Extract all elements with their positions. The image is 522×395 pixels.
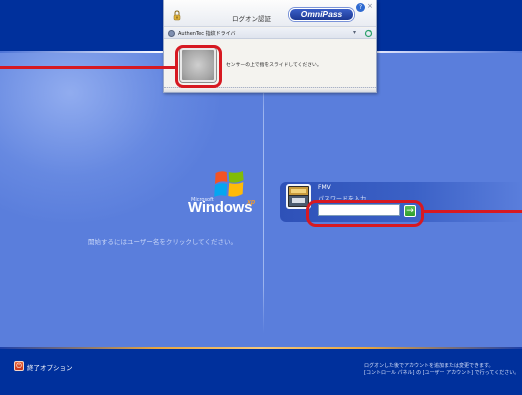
callout-sensor-highlight bbox=[175, 45, 222, 88]
account-note-line-2: [コントロール パネル] の [ユーザー アカウント] で行ってください。 bbox=[364, 370, 520, 376]
callout-password-line bbox=[424, 210, 522, 213]
windows-wordmark: Windows bbox=[188, 199, 253, 216]
lock-icon bbox=[173, 10, 181, 21]
account-note: ログオンした後でアカウントを追加または変更できます。 [コントロール パネル] … bbox=[364, 363, 519, 377]
callout-password-highlight bbox=[306, 200, 424, 227]
refresh-icon[interactable] bbox=[364, 29, 373, 38]
fingerprint-device-icon bbox=[168, 30, 175, 37]
shutdown-button[interactable]: ⏻ bbox=[14, 361, 24, 371]
welcome-instruction: 開始するにはユーザー名をクリックしてください。 bbox=[88, 238, 237, 246]
account-note-line-1: ログオンした後でアカウントを追加または変更できます。 bbox=[364, 363, 494, 369]
help-icon: ? bbox=[358, 4, 363, 11]
center-divider bbox=[263, 65, 264, 333]
callout-sensor-line bbox=[0, 66, 177, 69]
close-icon: × bbox=[367, 2, 373, 10]
omnipass-logo: OmniPass bbox=[289, 8, 354, 21]
device-selector[interactable]: AuthenTec 指紋ドライバ ▾ bbox=[164, 28, 376, 39]
windows-flag-icon bbox=[214, 171, 244, 197]
shutdown-label[interactable]: 終了オプション bbox=[27, 362, 73, 372]
chevron-down-icon[interactable]: ▾ bbox=[353, 29, 356, 36]
device-label: AuthenTec 指紋ドライバ bbox=[178, 31, 236, 37]
close-button[interactable]: × bbox=[367, 2, 373, 10]
avatar-picture-icon bbox=[288, 186, 309, 207]
sensor-instruction: センサーの上で指をスライドしてください。 bbox=[226, 63, 322, 68]
omnipass-titlebar: ログオン認証 OmniPass ? × bbox=[164, 0, 376, 27]
xp-mark: xp bbox=[247, 199, 256, 206]
help-button[interactable]: ? bbox=[356, 3, 365, 12]
user-name[interactable]: FMV bbox=[318, 184, 331, 191]
omnipass-title: ログオン認証 bbox=[232, 15, 271, 23]
power-icon: ⏻ bbox=[16, 362, 22, 370]
